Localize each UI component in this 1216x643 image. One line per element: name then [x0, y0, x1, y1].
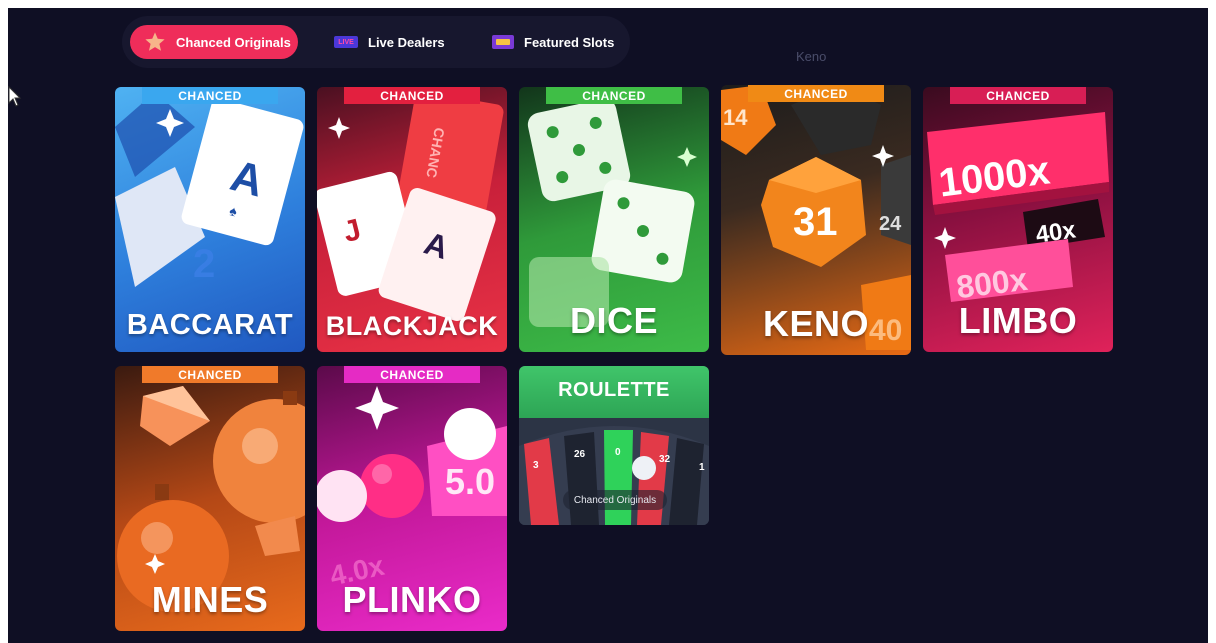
game-card-plinko[interactable]: 5.0 4.0x CHANCED PLINKO [317, 366, 507, 631]
chanced-badge: CHANCED [142, 366, 278, 383]
limbo-multiplier: 800x [954, 261, 1029, 305]
slot-machine-icon [492, 35, 514, 49]
game-card-baccarat[interactable]: A ♠ 2 CHANCED BACCARAT [115, 87, 305, 352]
chanced-badge: CHANCED [344, 87, 480, 104]
roulette-number: 1 [699, 462, 705, 473]
tab-featured-slots[interactable]: Featured Slots [478, 25, 620, 59]
live-badge-icon: LIVE [334, 36, 358, 48]
game-title: BACCARAT [126, 309, 294, 341]
game-card-limbo[interactable]: 1000x 40x 800x CHANCED LIMBO [923, 87, 1113, 352]
chanced-badge: CHANCED [546, 87, 682, 104]
hover-tooltip: Keno [796, 49, 827, 64]
chanced-badge: CHANCED [748, 85, 884, 102]
svg-text:2: 2 [193, 242, 215, 286]
tab-chanced-originals[interactable]: Chanced Originals [130, 25, 298, 59]
game-title: PLINKO [342, 579, 482, 620]
keno-side-number: 14 [723, 105, 748, 130]
game-title: MINES [151, 579, 269, 620]
tab-label: Chanced Originals [176, 34, 291, 50]
game-card-dice[interactable]: CHANCED DICE [519, 87, 709, 352]
game-title: ROULETTE [558, 379, 670, 401]
game-title: DICE [569, 300, 658, 341]
chanced-badge: CHANCED [142, 87, 278, 104]
roulette-number: 3 [533, 460, 539, 471]
star-icon [144, 31, 166, 53]
game-card-blackjack[interactable]: CHANC J A CHANCED BLACKJACK [317, 87, 507, 352]
mouse-cursor-icon [8, 86, 22, 107]
chanced-badge: CHANCED [344, 366, 480, 383]
roulette-number: 32 [659, 454, 671, 465]
game-title: BLACKJACK [325, 311, 499, 341]
keno-ball-number: 31 [793, 200, 838, 244]
game-card-keno[interactable]: 14 24 31 40 CHANCED KENO [721, 85, 911, 355]
hover-label: Chanced Originals [563, 490, 667, 510]
roulette-number: 0 [615, 447, 621, 458]
tab-live-dealers[interactable]: LIVE Live Dealers [320, 25, 446, 59]
chanced-badge: CHANCED [950, 87, 1086, 104]
keno-side-number: 24 [879, 213, 902, 235]
app-frame: Chanced Originals LIVE Live Dealers Feat… [8, 8, 1208, 643]
game-title: LIMBO [958, 300, 1078, 341]
tab-label: Featured Slots [524, 34, 615, 50]
category-tab-bar: Chanced Originals LIVE Live Dealers Feat… [122, 16, 630, 68]
game-card-roulette[interactable]: ROULETTE 3 26 0 32 1 Chanced Originals [519, 366, 709, 525]
game-title: KENO [762, 303, 869, 344]
game-card-mines[interactable]: CHANCED MINES [115, 366, 305, 631]
roulette-number: 26 [574, 449, 586, 460]
plinko-multiplier: 5.0 [445, 461, 495, 502]
live-badge: LIVE [334, 36, 358, 48]
tab-label: Live Dealers [368, 34, 445, 50]
